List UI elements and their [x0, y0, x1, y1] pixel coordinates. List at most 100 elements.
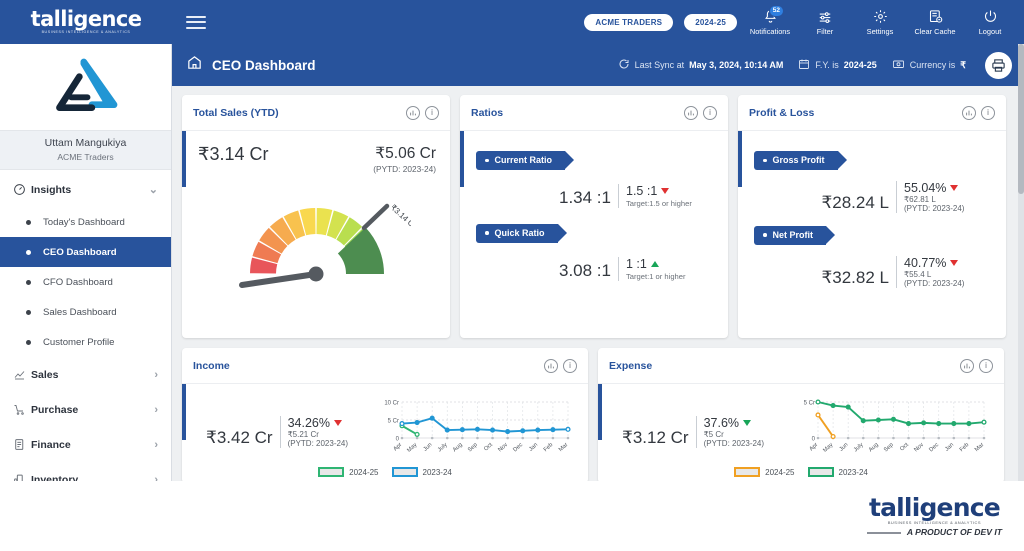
card-body: ₹3.12 Cr 37.6% ₹5 Cr (PYTD: 2023-24) 0 5… — [598, 384, 1004, 477]
company-pill[interactable]: ACME TRADERS — [584, 13, 674, 31]
info-icon[interactable]: i — [703, 105, 717, 120]
info-icon[interactable]: i — [979, 358, 993, 373]
sidebar-item-cfo-dashboard[interactable]: CFO Dashboard — [0, 267, 171, 297]
logout-icon — [968, 8, 1012, 25]
sidebar-item-todays-dashboard[interactable]: Today's Dashboard — [0, 207, 171, 237]
drill-chart-icon[interactable] — [962, 105, 976, 120]
axis-marker — [400, 436, 404, 440]
user-organization: ACME Traders — [57, 152, 114, 162]
user-info: Uttam Mangukiya ACME Traders — [0, 130, 171, 170]
talligence-logo[interactable]: talligence BUSINESS INTELLIGENCE & ANALY… — [31, 9, 142, 35]
sidebar-group-label: Finance — [31, 438, 71, 451]
ratio-compare-block: 1.5 :1 Target:1.5 or higher — [618, 183, 714, 208]
hamburger-bar — [186, 21, 206, 23]
sidebar-item-label: CFO Dashboard — [43, 276, 113, 288]
fiscal-year-info: F.Y. is 2024-25 — [798, 58, 877, 72]
profit-percent-row: 55.04% — [904, 181, 992, 195]
y-axis-tick-label: 0 — [812, 437, 816, 443]
settings-button[interactable]: Settings — [858, 8, 902, 36]
income-prior-value: ₹5.21 Cr — [287, 429, 319, 439]
content-scrollbar[interactable] — [1018, 44, 1024, 481]
sidebar-item-ceo-dashboard[interactable]: CEO Dashboard — [0, 237, 171, 267]
info-icon[interactable]: i — [425, 105, 439, 120]
sidebar-item-label: Sales Dashboard — [43, 306, 117, 318]
bullet-icon — [26, 279, 31, 285]
legend-item[interactable]: 2023-24 — [807, 467, 868, 477]
ratio-target: Target:1.5 or higher — [626, 198, 692, 208]
x-axis-tick-label: Feb — [959, 442, 970, 453]
ratio-compare-value: 1 :1 — [626, 256, 647, 271]
sidebar-item-customer-profile[interactable]: Customer Profile — [0, 327, 171, 357]
profit-value: ₹28.24 L — [821, 192, 889, 212]
sidebar-group-sales[interactable]: Sales › — [0, 357, 171, 392]
refresh-icon — [618, 58, 630, 72]
sidebar-group-label: Insights — [31, 183, 72, 196]
drill-chart-icon[interactable] — [544, 358, 558, 373]
filter-button[interactable]: Filter — [803, 8, 847, 36]
profit-gross: Gross Profit ₹28.24 L 55.04% ₹62.81 L (P… — [738, 131, 1006, 213]
ratio-tag: Quick Ratio — [476, 223, 566, 243]
currency-prefix: Currency is — [909, 60, 956, 70]
sidebar-group-insights[interactable]: Insights ⌄ — [0, 172, 171, 207]
legend-item[interactable]: 2024-25 — [318, 467, 379, 477]
chart-point — [414, 419, 420, 426]
logout-button[interactable]: Logout — [968, 8, 1012, 36]
profit-tag-label: Gross Profit — [772, 155, 825, 166]
expense-prior-value: ₹5 Cr — [703, 429, 724, 439]
card-accent-bar — [182, 131, 186, 187]
chart-point — [845, 404, 851, 410]
profit-percent: 55.04% — [904, 180, 947, 195]
x-axis-tick-label: Mar — [974, 442, 985, 453]
profit-values: ₹32.82 L 40.77% ₹55.4 L (PYTD: 2023-24) — [754, 255, 992, 288]
expense-percent-row: 37.6% — [704, 416, 782, 430]
trend-down-icon — [661, 187, 670, 194]
axis-marker — [430, 436, 434, 440]
drill-chart-icon[interactable] — [684, 105, 698, 120]
card-header: Income i — [182, 348, 588, 384]
sidebar-group-finance[interactable]: Finance › — [0, 427, 171, 462]
filter-label: Filter — [816, 27, 834, 36]
income-legend: 2024-25 2023-24 — [182, 467, 588, 477]
sales-icon — [13, 369, 31, 381]
legend-swatch — [391, 467, 418, 477]
profit-tag: Gross Profit — [754, 150, 846, 170]
gear-icon — [858, 8, 902, 25]
footer: talligence BUSINESS INTELLIGENCE & ANALY… — [0, 481, 1024, 551]
chart-line — [817, 401, 985, 425]
legend-item[interactable]: 2024-25 — [734, 467, 795, 477]
print-report-button[interactable] — [985, 51, 1012, 79]
cards-row-2: Income i ₹3.42 Cr 34.26% ₹5.21 Cr (PYTD:… — [182, 348, 1014, 481]
info-icon[interactable]: i — [563, 358, 577, 373]
card-header: Profit & Loss i — [738, 95, 1006, 131]
drill-chart-icon[interactable] — [960, 358, 974, 373]
fiscal-year-pill[interactable]: 2024-25 — [684, 13, 737, 31]
chart-point — [875, 417, 881, 423]
chart-point — [550, 427, 556, 433]
info-icon[interactable]: i — [981, 105, 995, 120]
ratio-target: Target:1 or higher — [626, 271, 686, 281]
home-icon[interactable] — [186, 54, 203, 76]
total-sales-values: ₹3.14 Cr ₹5.06 Cr (PYTD: 2023-24) — [182, 131, 450, 174]
card-title: Total Sales (YTD) — [193, 106, 279, 119]
tag-bullet-icon — [485, 231, 489, 235]
hamburger-menu-icon[interactable] — [186, 12, 206, 32]
sidebar-item-sales-dashboard[interactable]: Sales Dashboard — [0, 297, 171, 327]
card-tools: i — [960, 358, 993, 373]
axis-marker — [922, 436, 925, 440]
legend-item[interactable]: 2023-24 — [391, 467, 452, 477]
clear-cache-button[interactable]: Clear Cache — [913, 8, 957, 36]
chart-point — [936, 421, 942, 427]
last-sync-prefix: Last Sync at — [634, 60, 685, 70]
tag-bullet-icon — [763, 158, 767, 162]
sidebar-group-purchase[interactable]: Purchase › — [0, 392, 171, 427]
income-percent-row: 34.26% — [288, 416, 366, 430]
axis-marker — [861, 436, 865, 440]
sidebar-group-label: Purchase — [31, 403, 79, 416]
x-axis-tick-label: Dec — [928, 442, 940, 453]
scrollbar-thumb[interactable] — [1018, 44, 1024, 194]
drill-chart-icon[interactable] — [406, 105, 420, 120]
fiscal-year-prefix: F.Y. is — [815, 60, 839, 70]
axis-marker — [877, 436, 880, 440]
ratio-value: 3.08 :1 — [559, 260, 611, 280]
notifications-button[interactable]: 52 Notifications — [748, 5, 792, 36]
